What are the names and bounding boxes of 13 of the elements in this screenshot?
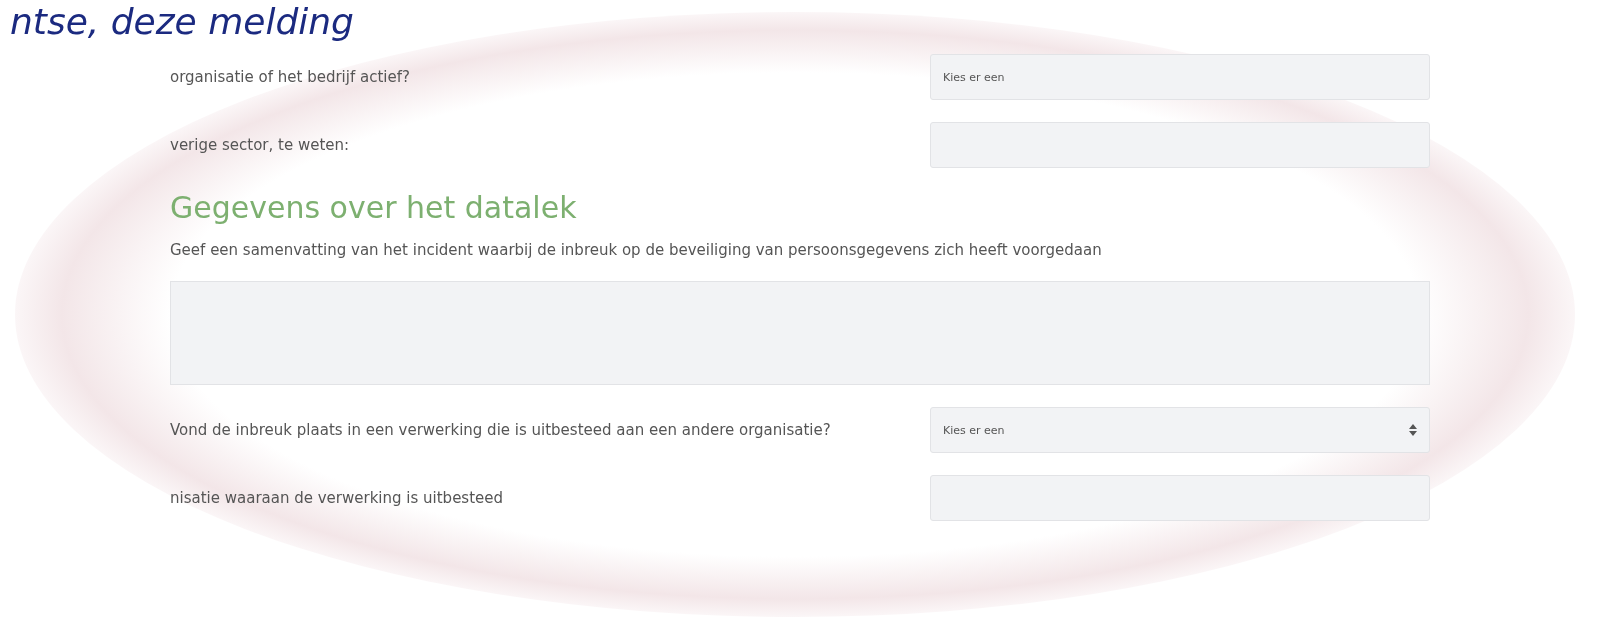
field-label: nisatie waaraan de verwerking is uitbesteed [170,488,505,509]
section-heading: Gegevens over het datalek [170,190,578,225]
select-field[interactable]: Kies er een [930,54,1430,100]
field-label: verige sector, te weten: [170,135,351,156]
input-field[interactable] [930,475,1430,521]
field-label: organisatie of het bedrijf actief? [170,67,411,88]
field-label: Vond de inbreuk plaats in een verwerking die is uitbesteed aan een andere organisatie? [170,420,832,441]
text-area[interactable] [170,281,1430,385]
field-label: Geef een samenvatting van het incident waarbij de inbreuk op de beveiliging van persoonsgegevens zich heeft voorgedaan [170,241,1103,259]
up-down-arrows-icon [1409,424,1417,436]
input-field[interactable] [930,122,1430,168]
slide-title: ntse, deze melding [9,0,355,44]
select-field[interactable]: Kies er een [930,407,1430,453]
